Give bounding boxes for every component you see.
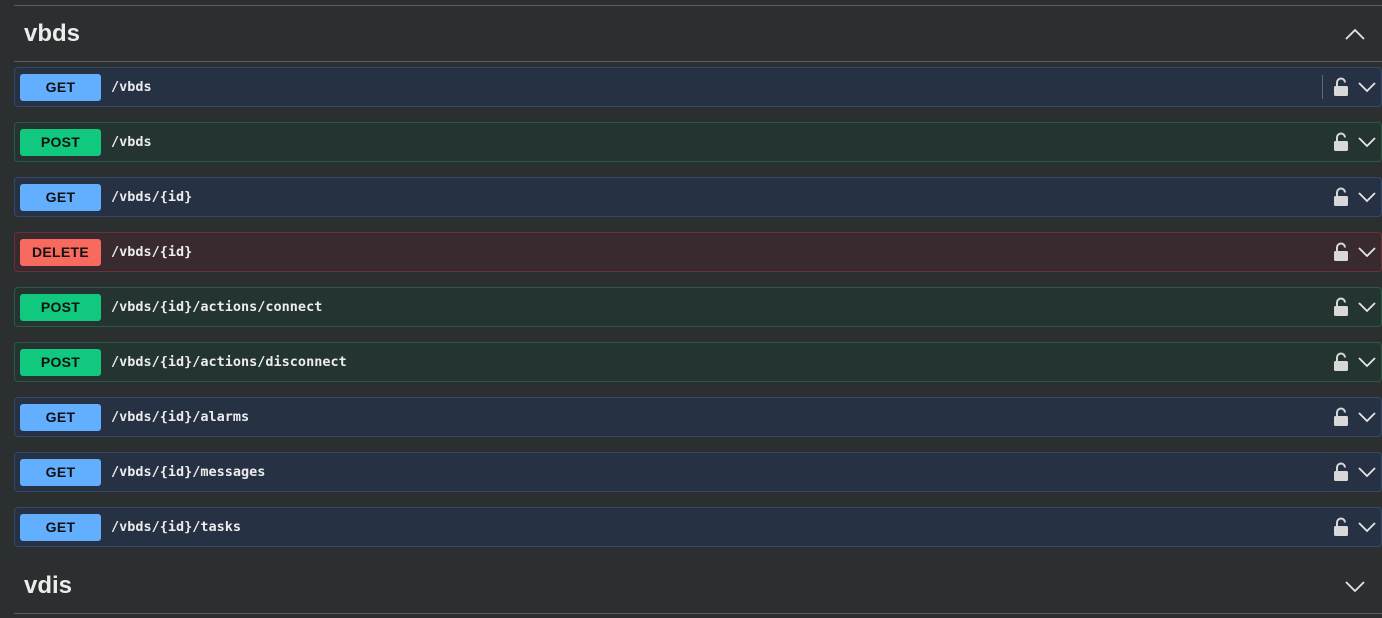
operation-path: /vbds/{id} [111, 189, 193, 205]
section-header-vdis[interactable]: vdis [14, 558, 1382, 614]
method-badge: POST [20, 348, 101, 376]
operation-row[interactable]: DELETE /vbds/{id} [14, 232, 1382, 272]
operations-list: GET /vbds POST /vbds GET /vbds/{id} DELE… [14, 67, 1382, 562]
chevron-down-icon[interactable] [1357, 411, 1377, 423]
operation-path: /vbds/{id}/actions/disconnect [111, 354, 347, 370]
chevron-down-icon[interactable] [1357, 191, 1377, 203]
chevron-down-icon[interactable] [1357, 521, 1377, 533]
method-badge: POST [20, 293, 101, 321]
operation-row[interactable]: GET /vbds/{id} [14, 177, 1382, 217]
operation-path: /vbds [111, 134, 152, 150]
operation-row[interactable]: POST /vbds [14, 122, 1382, 162]
chevron-down-icon[interactable] [1357, 356, 1377, 368]
operation-row[interactable]: GET /vbds/{id}/alarms [14, 397, 1382, 437]
method-badge: GET [20, 513, 101, 541]
lock-open-icon[interactable] [1333, 132, 1349, 152]
operation-path: /vbds/{id}/tasks [111, 519, 242, 535]
chevron-up-icon[interactable] [1344, 27, 1366, 41]
method-badge: GET [20, 403, 101, 431]
operation-path: /vbds/{id} [111, 244, 193, 260]
operation-row[interactable]: POST /vbds/{id}/actions/disconnect [14, 342, 1382, 382]
section-title: vdis [24, 571, 73, 599]
section-header-vbds[interactable]: vbds [14, 6, 1382, 62]
lock-open-icon[interactable] [1333, 462, 1349, 482]
lock-open-icon[interactable] [1333, 517, 1349, 537]
section-title: vbds [24, 19, 81, 47]
chevron-down-icon[interactable] [1357, 81, 1377, 93]
lock-open-icon[interactable] [1333, 242, 1349, 262]
operation-path: /vbds/{id}/messages [111, 464, 266, 480]
chevron-down-icon[interactable] [1357, 301, 1377, 313]
method-badge: GET [20, 73, 101, 101]
lock-open-icon[interactable] [1333, 352, 1349, 372]
method-badge: GET [20, 183, 101, 211]
chevron-down-icon[interactable] [1344, 579, 1366, 593]
operation-path: /vbds [111, 79, 152, 95]
divider [1322, 75, 1323, 99]
chevron-down-icon[interactable] [1357, 466, 1377, 478]
operation-row[interactable]: POST /vbds/{id}/actions/connect [14, 287, 1382, 327]
method-badge: DELETE [20, 238, 101, 266]
lock-open-icon[interactable] [1333, 297, 1349, 317]
operation-row[interactable]: GET /vbds [14, 67, 1382, 107]
lock-open-icon[interactable] [1333, 77, 1349, 97]
lock-open-icon[interactable] [1333, 407, 1349, 427]
operation-path: /vbds/{id}/alarms [111, 409, 250, 425]
method-badge: POST [20, 128, 101, 156]
lock-open-icon[interactable] [1333, 187, 1349, 207]
chevron-down-icon[interactable] [1357, 136, 1377, 148]
operation-row[interactable]: GET /vbds/{id}/tasks [14, 507, 1382, 547]
operation-row[interactable]: GET /vbds/{id}/messages [14, 452, 1382, 492]
method-badge: GET [20, 458, 101, 486]
chevron-down-icon[interactable] [1357, 246, 1377, 258]
operation-path: /vbds/{id}/actions/connect [111, 299, 323, 315]
